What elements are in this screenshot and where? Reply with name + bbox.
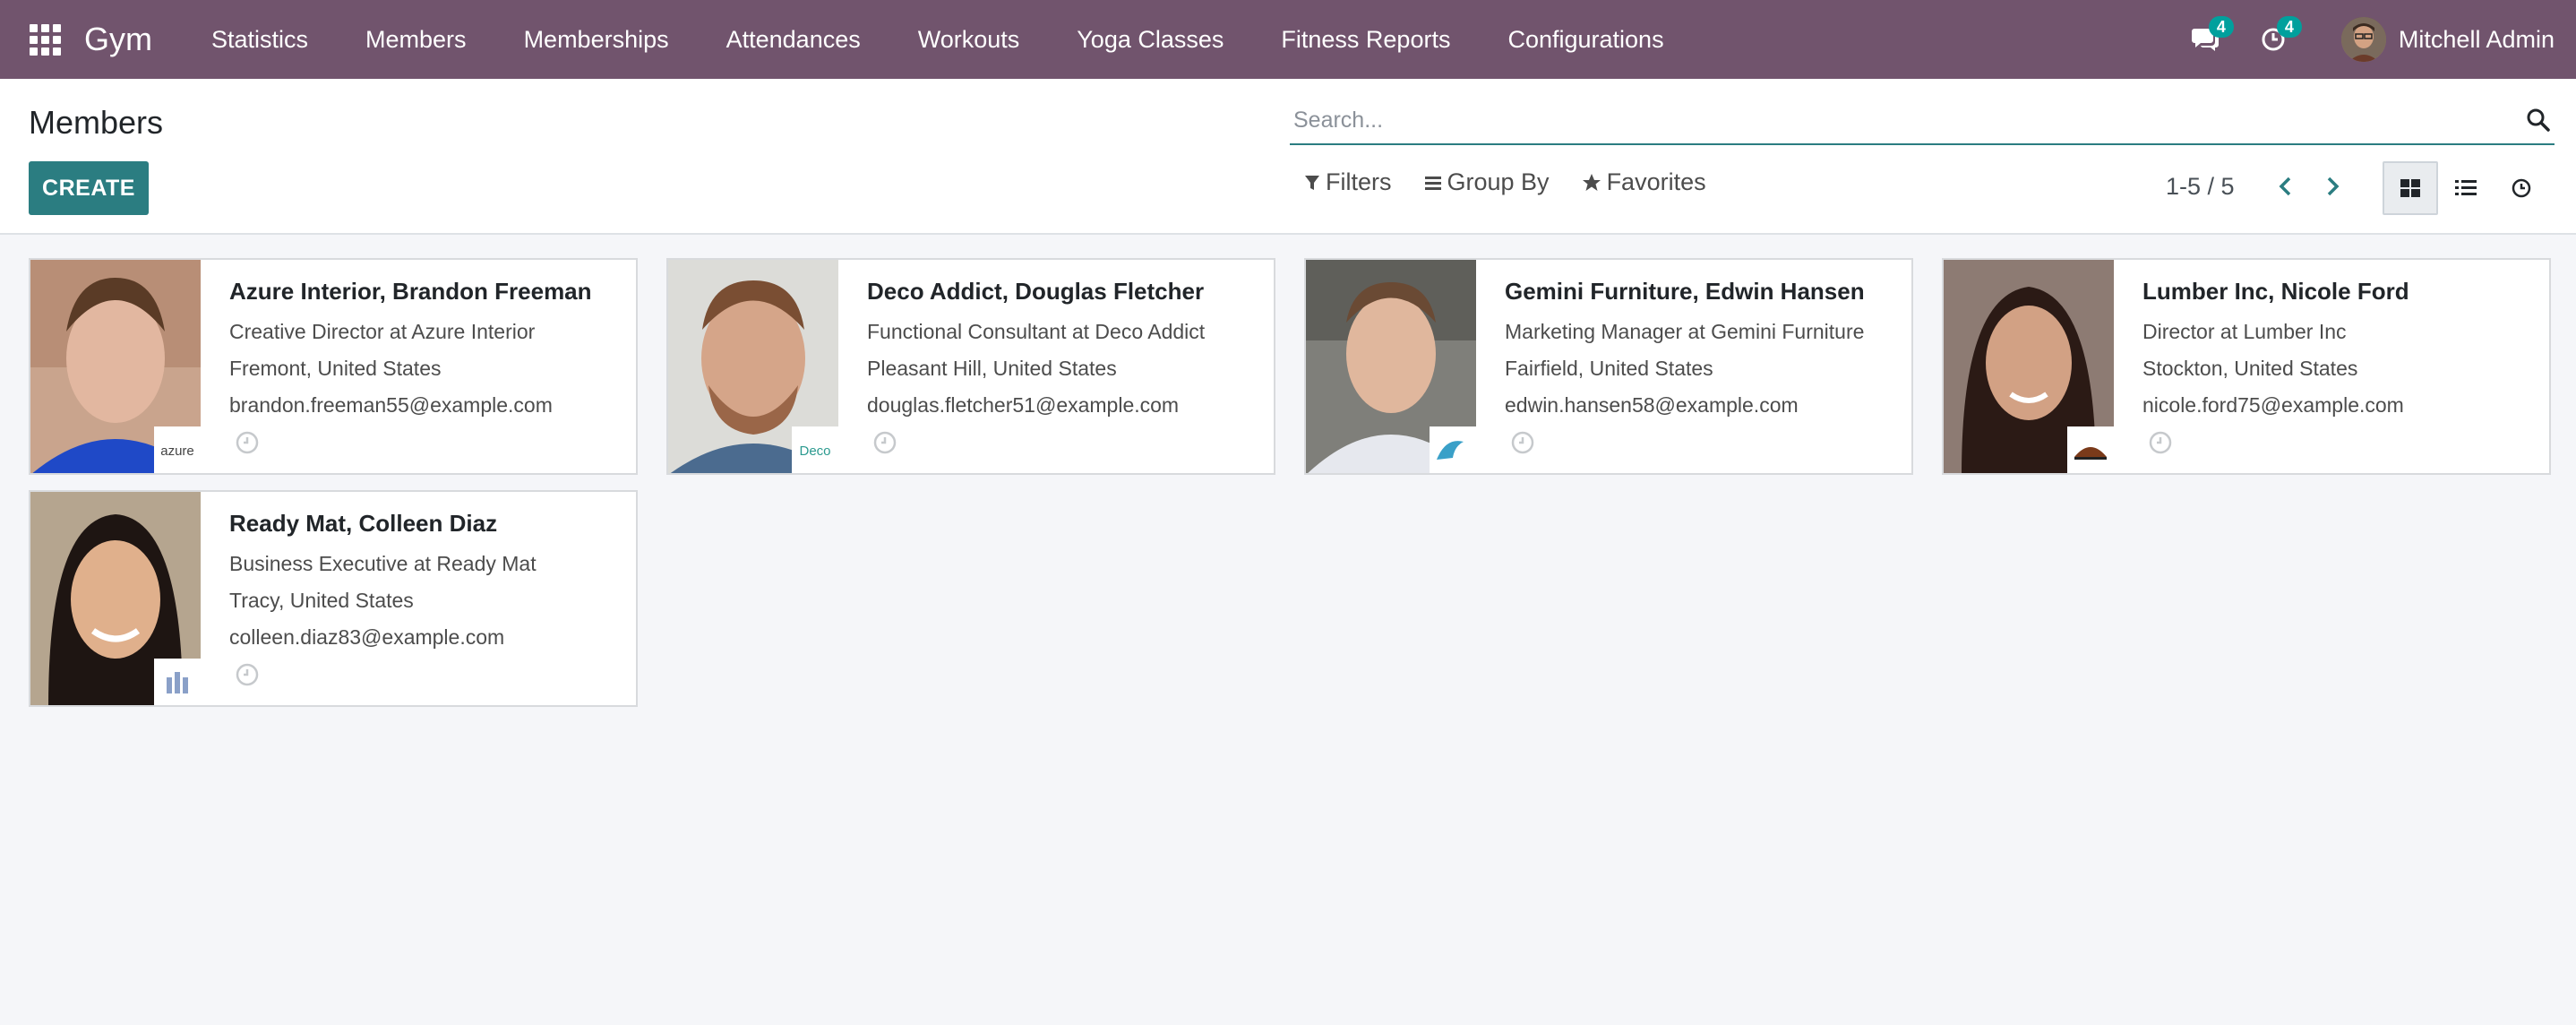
star-icon [1582,173,1601,191]
activity-clock-icon[interactable] [235,430,260,455]
company-logo [2067,426,2114,473]
search-icon[interactable] [2526,108,2551,133]
page-title: Members [29,104,164,141]
apps-menu-icon[interactable] [29,23,61,56]
member-location: Stockton, United States [2142,357,2358,380]
pager-previous-button[interactable] [2267,168,2303,204]
list-view-button[interactable] [2438,161,2494,215]
chevron-left-icon [2279,177,2290,196]
pager-next-button[interactable] [2315,168,2351,204]
filters-label: Filters [1326,168,1392,195]
member-name: Gemini Furniture, Edwin Hansen [1505,278,1865,305]
bars-icon [1424,176,1441,190]
member-name: Azure Interior, Brandon Freeman [229,278,592,305]
member-location: Fremont, United States [229,357,442,380]
member-location: Pleasant Hill, United States [867,357,1117,380]
member-email: douglas.fletcher51@example.com [867,393,1180,417]
menu-item-configurations[interactable]: Configurations [1479,0,1692,79]
member-name: Deco Addict, Douglas Fletcher [867,278,1205,305]
create-button[interactable]: CREATE [29,161,149,215]
favorites-label: Favorites [1606,168,1706,195]
member-job: Functional Consultant at Deco Addict [867,320,1206,343]
filters-button[interactable]: Filters [1304,168,1392,196]
member-email: colleen.diaz83@example.com [229,625,505,649]
member-card[interactable]: Ready Mat, Colleen Diaz Business Executi… [29,490,638,707]
member-name: Ready Mat, Colleen Diaz [229,510,498,537]
member-email: nicole.ford75@example.com [2142,393,2404,417]
user-menu[interactable]: Mitchell Admin [2340,17,2555,62]
user-avatar [2340,17,2386,62]
app-brand[interactable]: Gym [84,21,152,58]
member-card[interactable]: Gemini Furniture, Edwin Hansen Marketing… [1304,258,1913,475]
member-job: Marketing Manager at Gemini Furniture [1505,320,1865,343]
menu-item-statistics[interactable]: Statistics [183,0,337,79]
group-by-button[interactable]: Group By [1424,168,1550,196]
member-card[interactable]: azure Azure Interior, Brandon Freeman Cr… [29,258,638,475]
member-job: Director at Lumber Inc [2142,320,2347,343]
kanban-view-button[interactable] [2383,161,2438,215]
clock-icon [2512,178,2531,198]
activities-badge: 4 [2276,16,2302,38]
top-navbar: Gym Statistics Members Memberships Atten… [0,0,2576,79]
systray: 4 4 Mitchell Admin [2178,0,2576,79]
pager-value[interactable]: 1-5 / 5 [2166,173,2235,201]
menu-item-members[interactable]: Members [337,0,495,79]
pager: 1-5 / 5 [2166,168,2364,204]
control-panel: Members CREATE Filters Group By [0,79,2576,235]
member-job: Creative Director at Azure Interior [229,320,536,343]
menu-item-yoga-classes[interactable]: Yoga Classes [1048,0,1252,79]
view-switcher [2383,161,2549,215]
search-input[interactable] [1290,107,2490,134]
member-card[interactable]: Lumber Inc, Nicole Ford Director at Lumb… [1942,258,2551,475]
menu-item-memberships[interactable]: Memberships [495,0,698,79]
user-name: Mitchell Admin [2398,25,2555,53]
menu-item-fitness-reports[interactable]: Fitness Reports [1252,0,1479,79]
member-name: Lumber Inc, Nicole Ford [2142,278,2409,305]
search-bar [1290,97,2555,145]
activity-clock-icon[interactable] [2148,430,2173,455]
chevron-right-icon [2327,177,2340,196]
company-logo [154,659,201,705]
member-job: Business Executive at Ready Mat [229,552,537,575]
member-location: Fairfield, United States [1505,357,1713,380]
favorites-button[interactable]: Favorites [1582,168,1706,196]
member-email: brandon.freeman55@example.com [229,393,553,417]
filter-icon [1305,175,1319,190]
menu-item-workouts[interactable]: Workouts [889,0,1049,79]
list-icon [2455,180,2477,195]
activity-clock-icon[interactable] [1510,430,1535,455]
messages-badge: 4 [2208,16,2234,38]
activity-clock-icon[interactable] [872,430,897,455]
activities-button[interactable]: 4 [2246,0,2302,79]
member-location: Tracy, United States [229,589,414,612]
menu-item-attendances[interactable]: Attendances [698,0,889,79]
activity-view-button[interactable] [2494,161,2549,215]
messages-button[interactable]: 4 [2178,0,2234,79]
search-options: Filters Group By Favorites [1304,168,1739,196]
company-logo: Deco [792,426,838,473]
group-by-label: Group By [1447,168,1550,195]
member-card[interactable]: Deco Deco Addict, Douglas Fletcher Funct… [666,258,1275,475]
activity-clock-icon[interactable] [235,662,260,687]
main-menu: Statistics Members Memberships Attendanc… [183,0,1693,79]
company-logo: azure [154,426,201,473]
member-email: edwin.hansen58@example.com [1505,393,1799,417]
kanban-icon [2400,179,2420,197]
company-logo [1430,426,1476,473]
